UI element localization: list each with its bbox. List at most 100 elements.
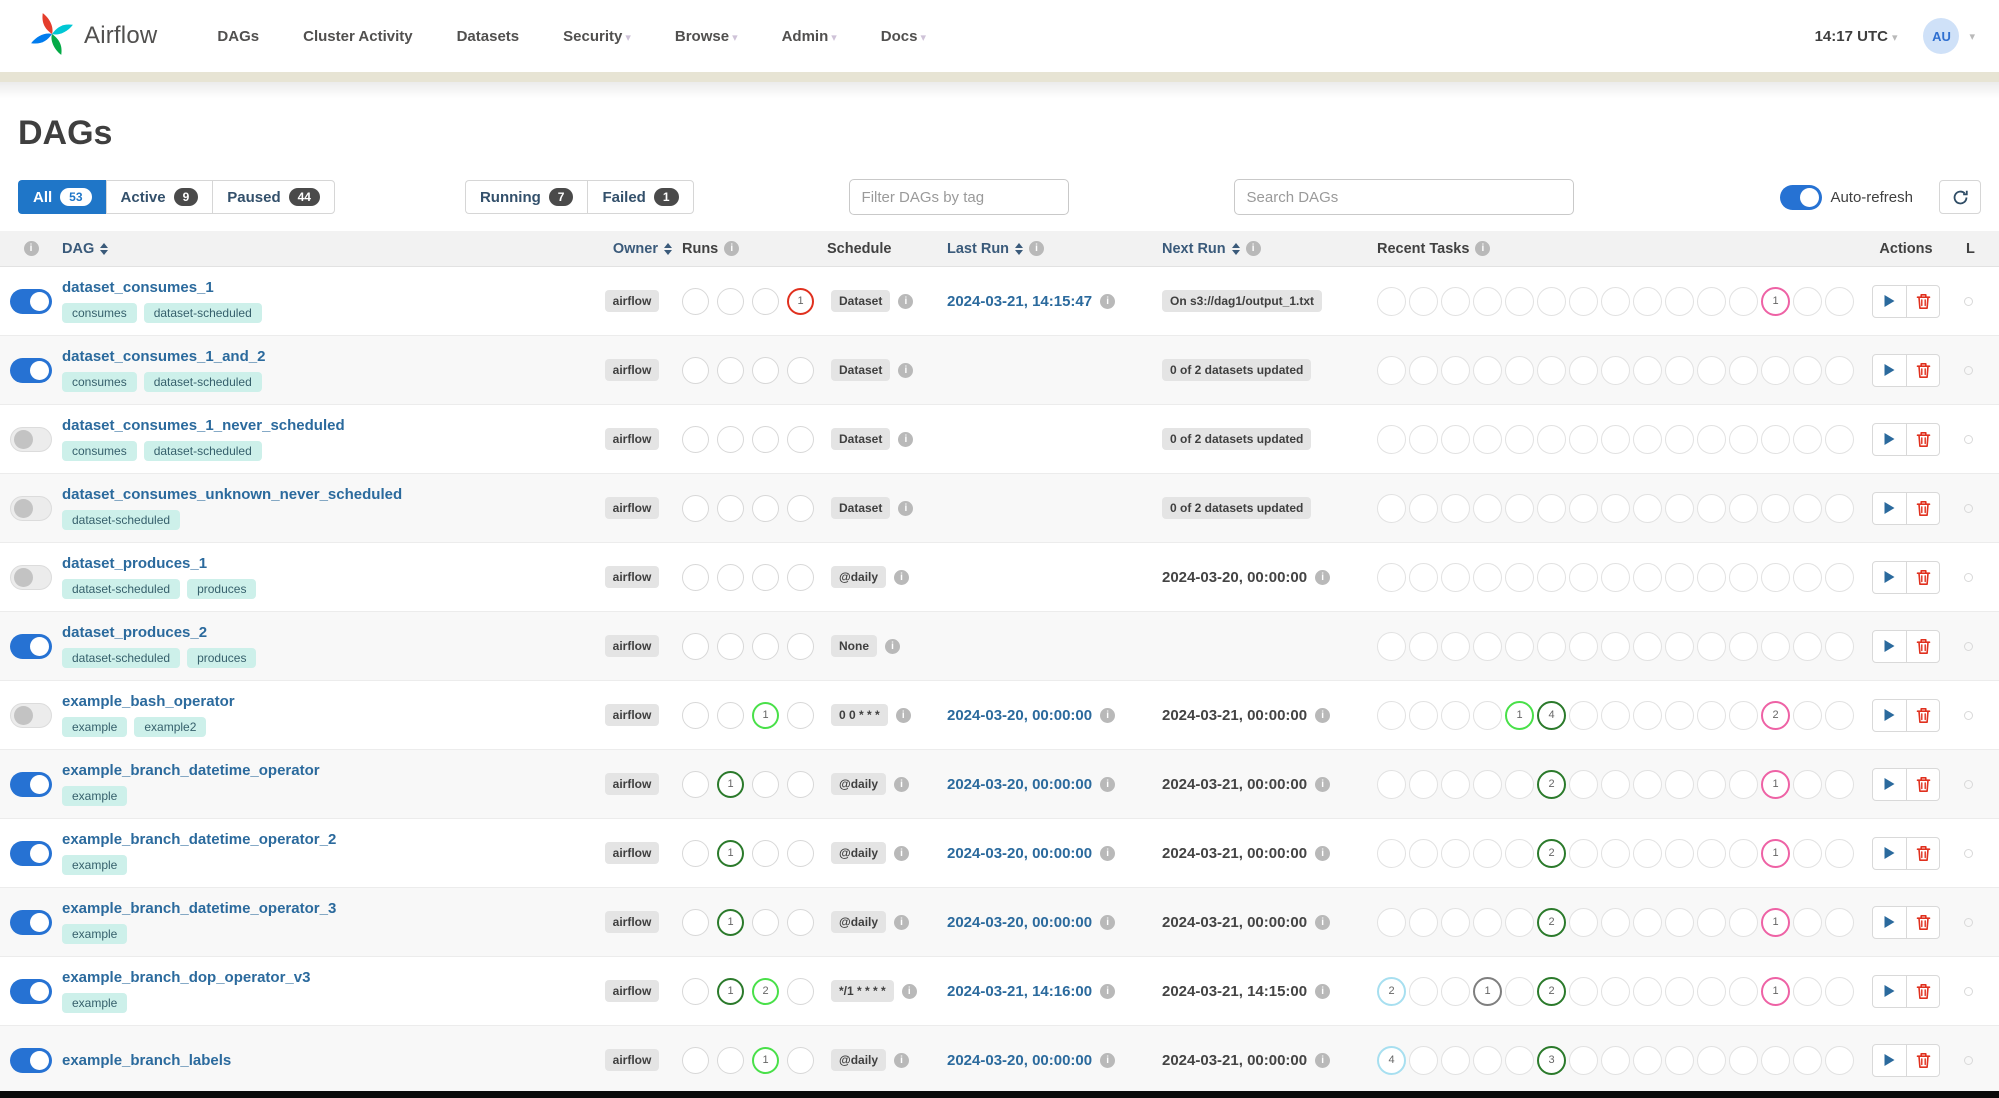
task-status-circle-empty[interactable] xyxy=(1377,838,1406,868)
task-status-circle-empty[interactable] xyxy=(1601,838,1630,868)
run-status-circle-empty[interactable] xyxy=(682,356,709,384)
dag-tag[interactable]: consumes xyxy=(62,372,137,392)
run-status-circle-empty[interactable] xyxy=(682,977,709,1005)
task-status-circle-empty[interactable] xyxy=(1761,424,1790,454)
task-status-circle-empty[interactable] xyxy=(1569,976,1598,1006)
delete-dag-button[interactable] xyxy=(1906,354,1939,386)
run-status-circle-empty[interactable] xyxy=(787,908,814,936)
dag-name-link[interactable]: example_branch_datetime_operator xyxy=(62,762,320,779)
run-status-circle-empty[interactable] xyxy=(787,977,814,1005)
filter-all-button[interactable]: All 53 xyxy=(18,180,106,214)
trigger-dag-button[interactable] xyxy=(1873,562,1906,593)
links-stub-icon[interactable] xyxy=(1964,1055,1973,1065)
owner-badge[interactable]: airflow xyxy=(604,566,660,588)
task-status-circle-empty[interactable] xyxy=(1377,769,1406,799)
next-run-dataset-badge[interactable]: 0 of 2 datasets updated xyxy=(1162,428,1312,450)
task-status-circle-empty[interactable] xyxy=(1377,631,1406,661)
trigger-dag-button[interactable] xyxy=(1873,976,1906,1007)
task-status-circle-empty[interactable] xyxy=(1665,769,1694,799)
task-status-circle-empty[interactable] xyxy=(1409,838,1438,868)
task-status-circle-empty[interactable] xyxy=(1505,286,1534,316)
task-status-circle-empty[interactable] xyxy=(1505,838,1534,868)
nav-item-admin[interactable]: Admin ▾ xyxy=(782,28,837,45)
trigger-dag-button[interactable] xyxy=(1873,700,1906,731)
task-status-circle-success[interactable]: 2 xyxy=(1537,976,1566,1006)
dag-tag[interactable]: consumes xyxy=(62,441,137,461)
task-status-circle-empty[interactable] xyxy=(1569,700,1598,730)
task-status-circle-empty[interactable] xyxy=(1537,631,1566,661)
dag-tag[interactable]: example2 xyxy=(134,717,207,737)
task-status-circle-empty[interactable] xyxy=(1505,769,1534,799)
schedule-badge[interactable]: 0 0 * * * xyxy=(831,704,888,726)
last-run-link[interactable]: 2024-03-20, 00:00:00 xyxy=(947,707,1092,724)
next-run-info-icon[interactable]: i xyxy=(1315,1052,1331,1068)
task-status-circle-empty[interactable] xyxy=(1697,355,1726,385)
task-status-circle-empty[interactable] xyxy=(1825,700,1854,730)
run-status-circle-empty[interactable] xyxy=(717,494,744,522)
column-header-dag[interactable]: DAG xyxy=(62,241,582,257)
task-status-circle-empty[interactable] xyxy=(1601,631,1630,661)
task-status-circle-empty[interactable] xyxy=(1793,769,1822,799)
task-status-circle-success[interactable]: 2 xyxy=(1537,907,1566,937)
task-status-circle-empty[interactable] xyxy=(1441,838,1470,868)
column-header-last[interactable]: Last Run i xyxy=(947,241,1162,257)
task-status-circle-empty[interactable] xyxy=(1569,1045,1598,1075)
run-status-circle-empty[interactable] xyxy=(717,425,744,453)
schedule-badge[interactable]: @daily xyxy=(831,566,887,588)
task-status-circle-empty[interactable] xyxy=(1473,631,1502,661)
schedule-info-icon[interactable]: i xyxy=(901,983,917,999)
filter-active-button[interactable]: Active 9 xyxy=(105,180,213,214)
trigger-dag-button[interactable] xyxy=(1873,838,1906,869)
dag-name-link[interactable]: example_bash_operator xyxy=(62,693,235,710)
last-run-link[interactable]: 2024-03-20, 00:00:00 xyxy=(947,845,1092,862)
task-status-circle-empty[interactable] xyxy=(1633,769,1662,799)
run-status-circle-empty[interactable] xyxy=(717,356,744,384)
task-status-circle-empty[interactable] xyxy=(1729,631,1758,661)
filter-running-button[interactable]: Running 7 xyxy=(464,180,588,214)
task-status-circle-empty[interactable] xyxy=(1825,1045,1854,1075)
task-status-circle-empty[interactable] xyxy=(1505,1045,1534,1075)
run-status-circle-success[interactable]: 1 xyxy=(717,839,744,867)
task-status-circle-empty[interactable] xyxy=(1409,631,1438,661)
last-run-info-icon[interactable]: i xyxy=(1100,845,1116,861)
task-status-circle-empty[interactable] xyxy=(1473,907,1502,937)
links-stub-icon[interactable] xyxy=(1964,296,1973,306)
task-status-circle-empty[interactable] xyxy=(1537,493,1566,523)
search-dags-input[interactable] xyxy=(1233,179,1574,215)
task-status-circle-empty[interactable] xyxy=(1601,355,1630,385)
schedule-info-icon[interactable]: i xyxy=(894,845,910,861)
task-status-circle-empty[interactable] xyxy=(1633,976,1662,1006)
task-status-circle-empty[interactable] xyxy=(1633,907,1662,937)
run-status-circle-empty[interactable] xyxy=(787,770,814,798)
run-status-circle-empty[interactable] xyxy=(717,632,744,660)
task-status-circle-empty[interactable] xyxy=(1729,424,1758,454)
next-run-info-icon[interactable]: i xyxy=(1315,707,1331,723)
task-status-circle-empty[interactable] xyxy=(1697,286,1726,316)
task-status-circle-empty[interactable] xyxy=(1569,838,1598,868)
task-status-circle-empty[interactable] xyxy=(1601,907,1630,937)
task-status-circle-empty[interactable] xyxy=(1377,562,1406,592)
task-status-circle-empty[interactable] xyxy=(1377,355,1406,385)
task-status-circle-empty[interactable] xyxy=(1761,1045,1790,1075)
run-status-circle-success[interactable]: 1 xyxy=(717,977,744,1005)
delete-dag-button[interactable] xyxy=(1906,285,1939,317)
dag-name-link[interactable]: dataset_consumes_1_and_2 xyxy=(62,348,265,365)
trigger-dag-button[interactable] xyxy=(1873,769,1906,800)
run-status-circle-empty[interactable] xyxy=(717,563,744,591)
task-status-circle-empty[interactable] xyxy=(1505,355,1534,385)
task-status-circle-success[interactable]: 4 xyxy=(1537,700,1566,730)
links-stub-icon[interactable] xyxy=(1964,710,1973,720)
schedule-info-icon[interactable]: i xyxy=(894,776,910,792)
task-status-circle-empty[interactable] xyxy=(1633,631,1662,661)
task-status-circle-empty[interactable] xyxy=(1601,424,1630,454)
task-status-circle-empty[interactable] xyxy=(1793,700,1822,730)
task-status-circle-empty[interactable] xyxy=(1441,355,1470,385)
task-status-circle-empty[interactable] xyxy=(1793,493,1822,523)
schedule-badge[interactable]: None xyxy=(831,635,877,657)
run-status-circle-empty[interactable] xyxy=(682,839,709,867)
task-status-circle-empty[interactable] xyxy=(1665,631,1694,661)
links-stub-icon[interactable] xyxy=(1964,572,1973,582)
task-status-circle-empty[interactable] xyxy=(1697,769,1726,799)
task-status-circle-empty[interactable] xyxy=(1793,976,1822,1006)
task-status-circle-empty[interactable] xyxy=(1441,769,1470,799)
